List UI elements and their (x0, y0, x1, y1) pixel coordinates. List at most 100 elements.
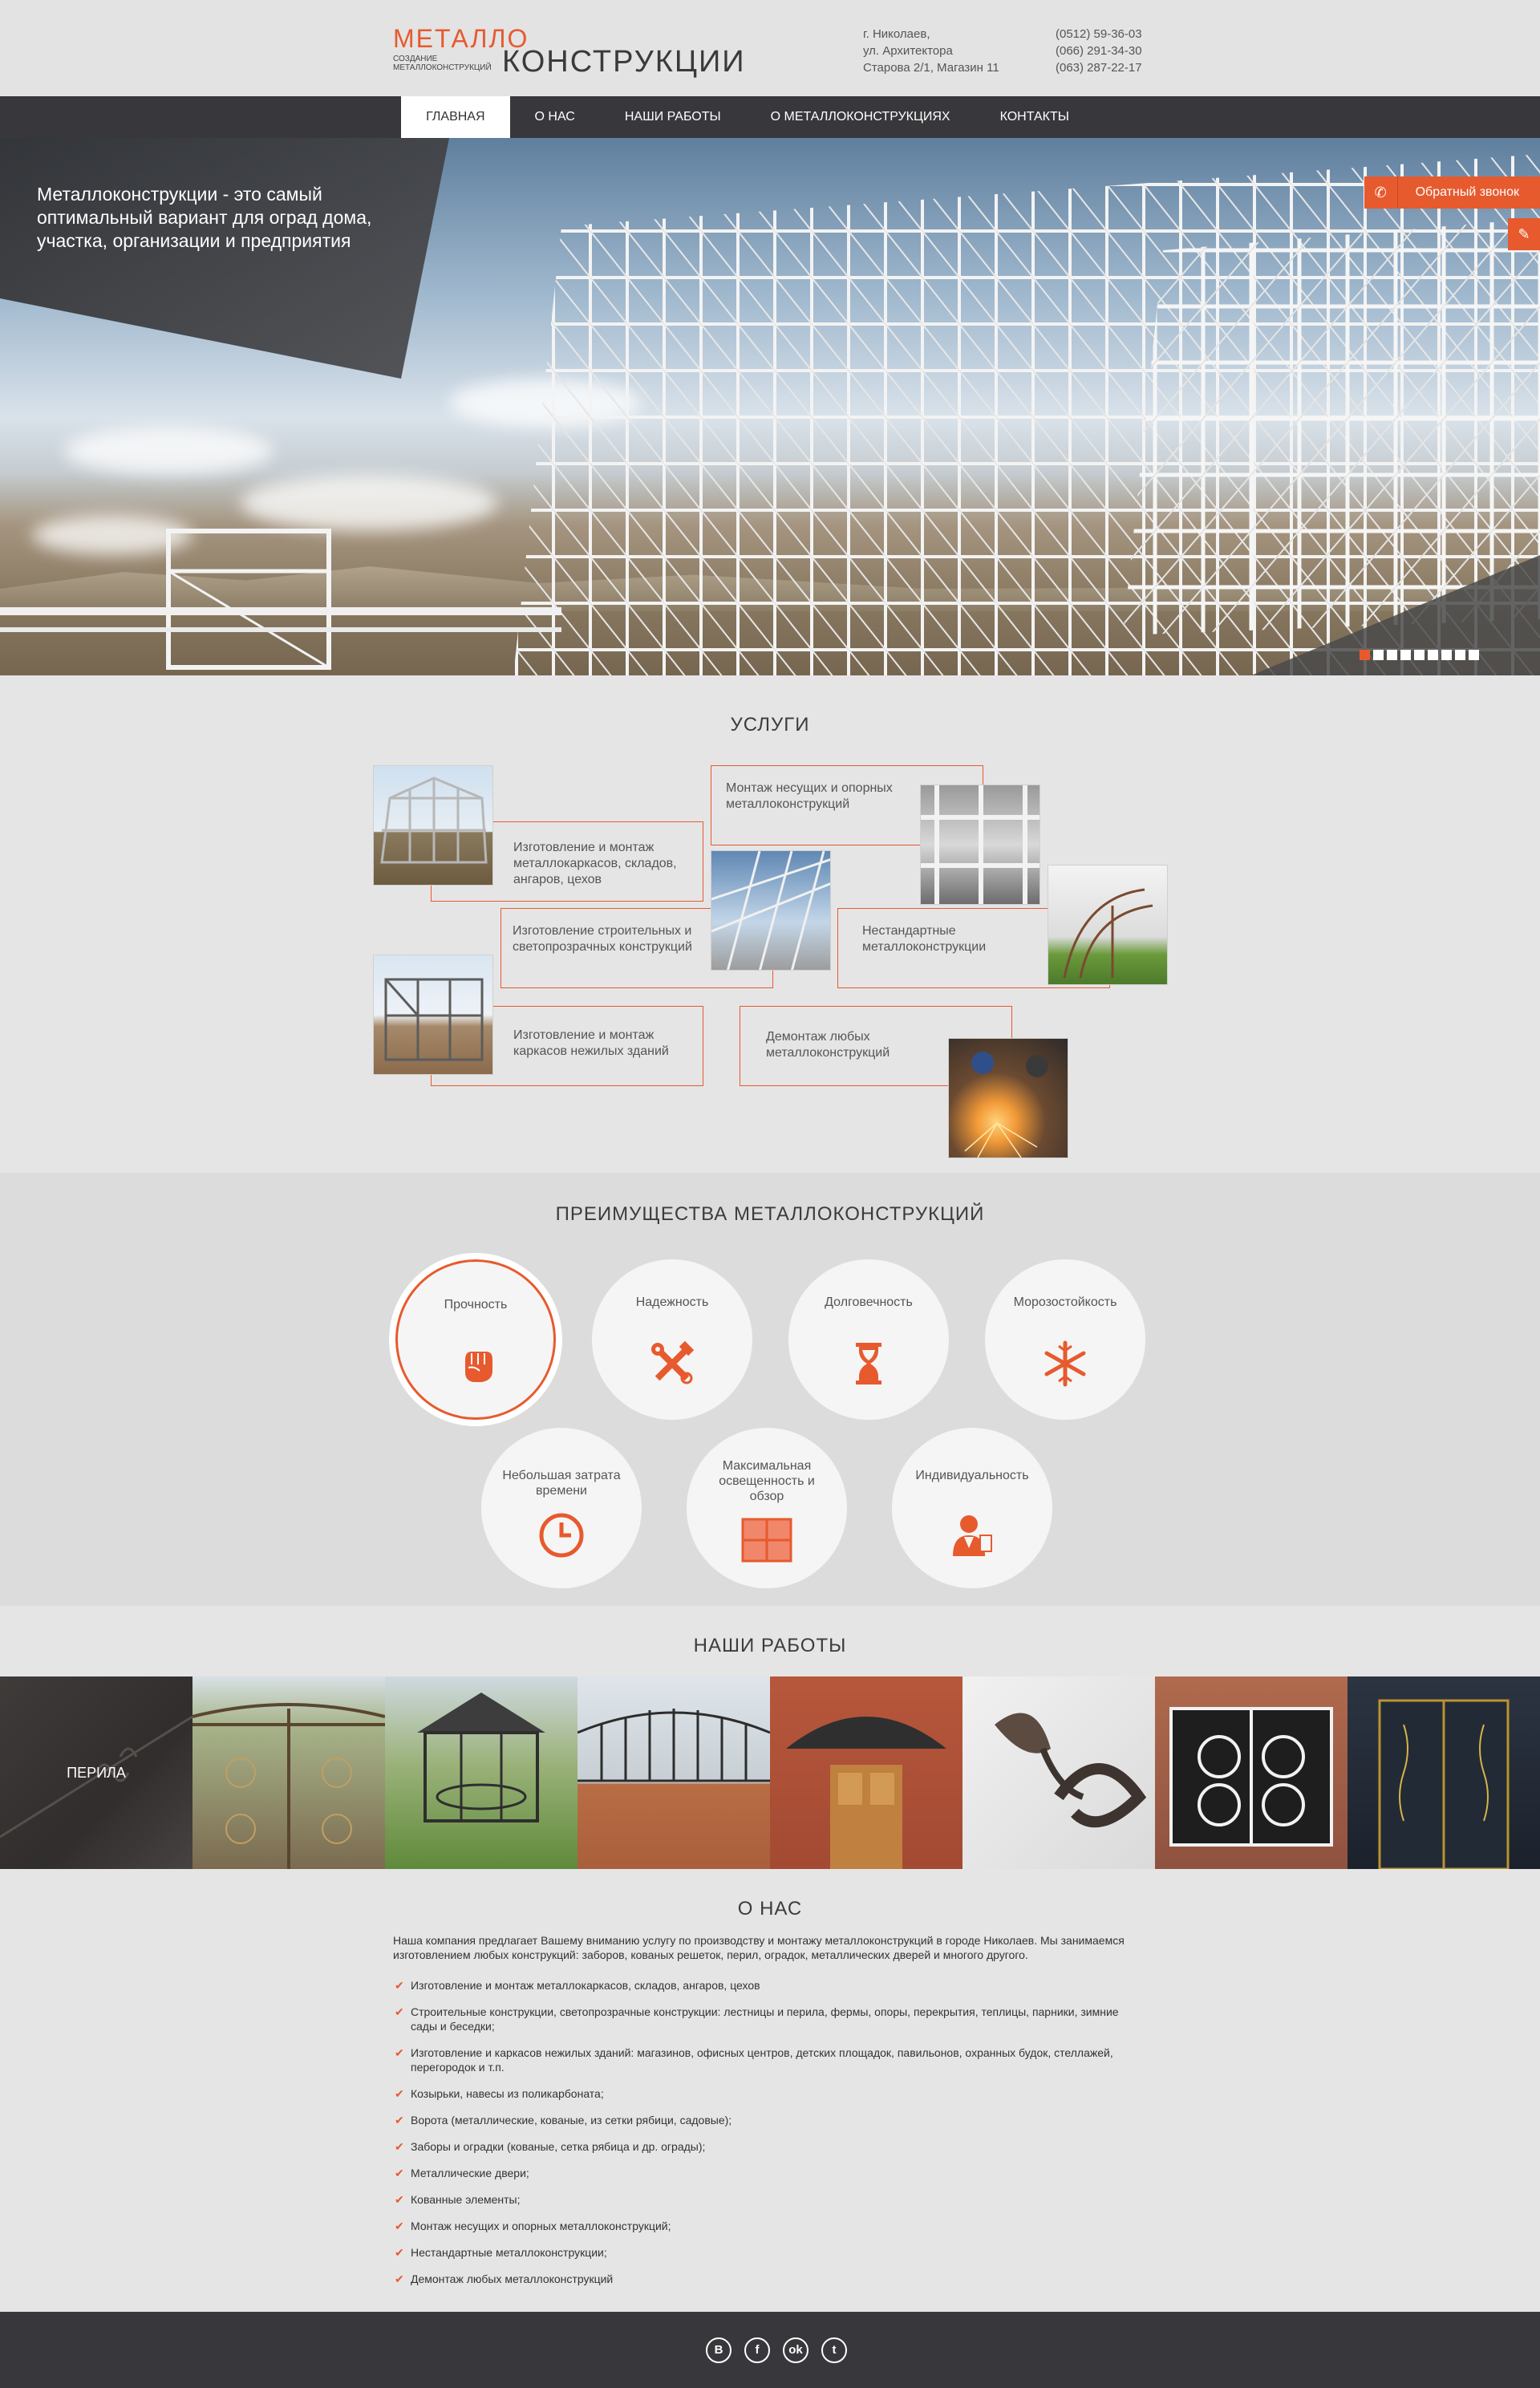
advantage-label: Долговечность (825, 1295, 913, 1309)
site-footer: В f ok t (0, 2312, 1540, 2388)
service-image (373, 765, 493, 886)
slider-dot[interactable] (1414, 650, 1424, 660)
about-list-item: ✔ Заборы и оградки (кованые, сетка рябица… (393, 2139, 1131, 2154)
logo-bottom-text: КОНСТРУКЦИИ (502, 45, 746, 79)
about-list-text: Изготовление и каркасов нежилых зданий: … (411, 2046, 1113, 2074)
slider-dot[interactable] (1387, 650, 1397, 660)
work-tile-fence[interactable] (578, 1676, 770, 1869)
phone-number[interactable]: (0512) 59-36-03 (1056, 26, 1142, 43)
main-nav: ГЛАВНАЯ О НАС НАШИ РАБОТЫ О МЕТАЛЛОКОНСТ… (0, 96, 1540, 138)
advantage-label: Морозостойкость (1013, 1295, 1117, 1309)
phones: (0512) 59-36-03 (066) 291-34-30 (063) 28… (1056, 26, 1142, 76)
service-label: Монтаж несущих и опорных металлоконструк… (726, 781, 893, 811)
slider-dot[interactable] (1428, 650, 1438, 660)
about-list-item: ✔ Монтаж несущих и опорных металлоконстру… (393, 2219, 1131, 2233)
about-list-item: ✔ Демонтаж любых металлоконструкций (393, 2272, 1131, 2286)
work-tile-window-grille[interactable] (1155, 1676, 1348, 1869)
address: г. Николаев, ул. Архитектора Старова 2/1… (863, 26, 999, 76)
works-gallery: ПЕРИЛА (0, 1676, 1540, 1869)
nav-item-works[interactable]: НАШИ РАБОТЫ (600, 96, 746, 138)
nav-item-contacts[interactable]: КОНТАКТЫ (975, 96, 1094, 138)
checkmark-icon: ✔ (395, 2005, 404, 2018)
callback-label: Обратный звонок (1397, 176, 1540, 209)
about-list-text: Козырьки, навесы из поликарбоната; (411, 2087, 604, 2100)
slider-dot[interactable] (1455, 650, 1465, 660)
checkmark-icon: ✔ (395, 2220, 404, 2232)
advantage-strength[interactable]: Прочность (395, 1259, 556, 1420)
work-tile-gates[interactable] (192, 1676, 385, 1869)
callback-button[interactable]: ✆ Обратный звонок (1364, 176, 1540, 209)
advantage-durability[interactable]: Долговечность (788, 1259, 949, 1420)
advantages-section: ПРЕИМУЩЕСТВА МЕТАЛЛОКОНСТРУКЦИЙ Прочност… (0, 1173, 1540, 1606)
slider-dot[interactable] (1400, 650, 1411, 660)
about-list-text: Строительные конструкции, светопрозрачны… (411, 2005, 1119, 2033)
service-image (948, 1038, 1068, 1158)
address-line: г. Николаев, (863, 27, 930, 41)
works-title: НАШИ РАБОТЫ (693, 1635, 847, 1656)
service-label: Изготовление и монтаж металлокаркасов, с… (513, 841, 677, 886)
nav-item-metal-structures[interactable]: О МЕТАЛЛОКОНСТРУКЦИЯХ (746, 96, 975, 138)
checkmark-icon: ✔ (395, 2140, 404, 2153)
checkmark-icon: ✔ (395, 1979, 404, 1992)
about-list-item: ✔ Нестандартные металлоконструкции; (393, 2245, 1131, 2260)
hero-headline: Металлоконструкции - это самый оптимальн… (37, 184, 372, 251)
slider-dot[interactable] (1373, 650, 1384, 660)
work-tile-forged-elements[interactable] (962, 1676, 1155, 1869)
service-image (920, 785, 1040, 905)
feedback-edit-icon[interactable]: ✎ (1508, 218, 1540, 250)
twitter-icon[interactable]: t (821, 2337, 847, 2363)
about-list-text: Монтаж несущих и опорных металлоконструк… (411, 2220, 671, 2232)
slider-dot[interactable] (1469, 650, 1479, 660)
checkmark-icon: ✔ (395, 2114, 404, 2126)
checkmark-icon: ✔ (395, 2087, 404, 2100)
advantage-label: Небольшая затрата времени (502, 1469, 621, 1498)
odnoklassniki-icon[interactable]: ok (783, 2337, 808, 2363)
about-list-text: Нестандартные металлоконструкции; (411, 2246, 607, 2259)
service-image (373, 955, 493, 1075)
service-label: Изготовление и монтаж каркасов нежилых з… (513, 1028, 669, 1058)
about-section: О НАС Наша компания предлагает Вашему вн… (0, 1871, 1540, 2312)
slider-dot[interactable] (1441, 650, 1452, 660)
clock-icon (539, 1513, 584, 1558)
checkmark-icon: ✔ (395, 2167, 404, 2179)
about-list-item: ✔ Металлические двери; (393, 2166, 1131, 2180)
advantage-individuality[interactable]: Индивидуальность (892, 1428, 1052, 1588)
service-label: Нестандартные металлоконструкции (862, 924, 987, 954)
site-header: МЕТАЛЛО СОЗДАНИЕ МЕТАЛЛОКОНСТРУКЦИЙ КОНС… (0, 0, 1540, 96)
vk-icon[interactable]: В (706, 2337, 732, 2363)
facebook-icon[interactable]: f (744, 2337, 770, 2363)
phone-number[interactable]: (066) 291-34-30 (1056, 43, 1142, 59)
advantage-time-saving[interactable]: Небольшая затрата времени (481, 1428, 642, 1588)
nav-item-home[interactable]: ГЛАВНАЯ (401, 96, 510, 138)
about-list-item: ✔ Изготовление и монтаж металлокаркасов, … (393, 1978, 1131, 1993)
advantage-reliability[interactable]: Надежность (592, 1259, 752, 1420)
advantage-frost-resistance[interactable]: Морозостойкость (985, 1259, 1145, 1420)
services-title: УСЛУГИ (730, 714, 810, 736)
service-image (711, 850, 831, 971)
about-list-text: Металлические двери; (411, 2167, 529, 2179)
logo-subtitle: СОЗДАНИЕ МЕТАЛЛОКОНСТРУКЦИЙ (393, 55, 492, 72)
work-tile-canopy[interactable] (770, 1676, 962, 1869)
about-list-item: ✔ Ворота (металлические, кованые, из сетк… (393, 2113, 1131, 2127)
slider-dot[interactable] (1360, 650, 1370, 660)
advantage-label: Максимальная освещенность и обзор (719, 1459, 815, 1503)
advantages-title: ПРЕИМУЩЕСТВА МЕТАЛЛОКОНСТРУКЦИЙ (555, 1203, 985, 1225)
checkmark-icon: ✔ (395, 2046, 404, 2059)
nav-item-about[interactable]: О НАС (510, 96, 600, 138)
advantage-max-light[interactable]: Максимальная освещенность и обзор (687, 1428, 847, 1588)
tools-icon (651, 1340, 695, 1385)
slider-dots (1360, 650, 1479, 660)
work-tile-railing[interactable]: ПЕРИЛА (0, 1676, 192, 1869)
about-list-text: Кованные элементы; (411, 2193, 521, 2206)
about-list-text: Демонтаж любых металлоконструкций (411, 2272, 614, 2285)
work-tile-metal-doors[interactable] (1348, 1676, 1540, 1869)
services-section: УСЛУГИ Изготовление и монтаж металлокарк… (0, 675, 1540, 1173)
phone-number[interactable]: (063) 287-22-17 (1056, 59, 1142, 76)
work-tile-gazebo[interactable] (385, 1676, 578, 1869)
checkmark-icon: ✔ (395, 2193, 404, 2206)
logo[interactable]: МЕТАЛЛО СОЗДАНИЕ МЕТАЛЛОКОНСТРУКЦИЙ КОНС… (393, 24, 778, 80)
about-list-item: ✔ Изготовление и каркасов нежилых зданий:… (393, 2045, 1131, 2074)
address-line: ул. Архитектора (863, 44, 953, 58)
service-image (1048, 865, 1168, 985)
works-section: НАШИ РАБОТЫ ПЕРИЛА (0, 1606, 1540, 1871)
